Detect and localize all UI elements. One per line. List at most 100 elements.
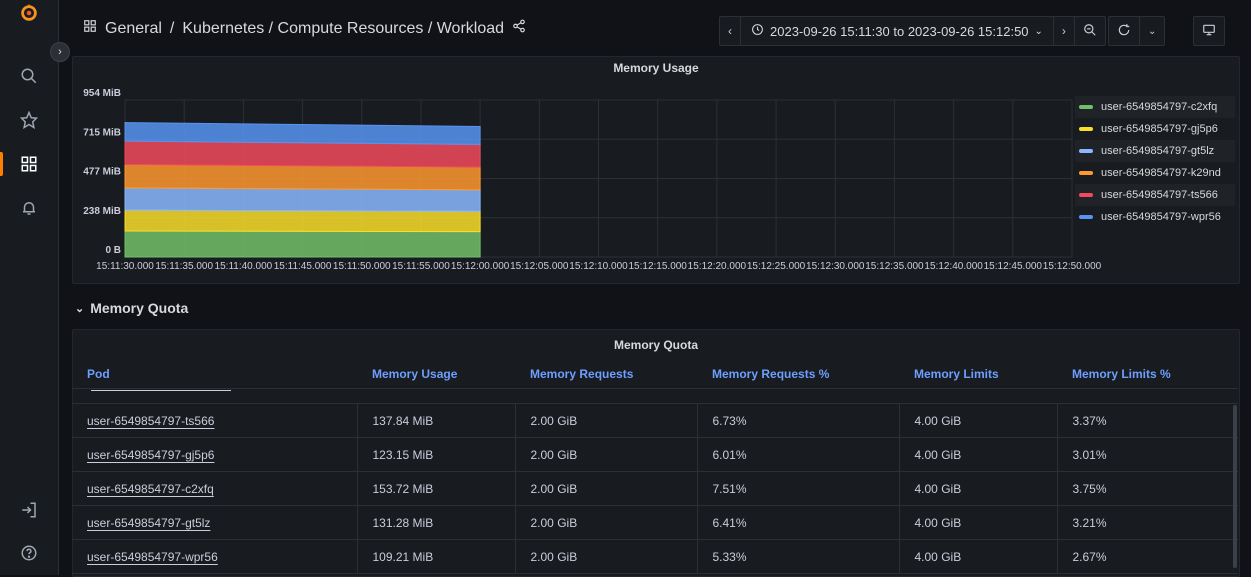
table-scrollbar[interactable] — [1233, 405, 1237, 568]
column-header[interactable]: Memory Usage — [357, 360, 515, 389]
y-tick-label: 954 MiB — [83, 88, 121, 99]
legend-swatch — [1079, 127, 1093, 131]
x-tick-label: 15:11:40.000 — [215, 261, 273, 272]
legend-label: user-6549854797-gj5p6 — [1101, 123, 1218, 135]
memory-quota-table: Pod Memory Usage Memory Requests Memory Req… — [72, 360, 1238, 574]
legend-item[interactable]: user-6549854797-ts566 — [1075, 184, 1235, 206]
x-tick-label: 15:12:00.000 — [451, 261, 510, 272]
pod-link[interactable]: user-6549854797-c2xfq — [72, 471, 358, 506]
table-cell: 4.00 GiB — [899, 471, 1058, 506]
area-series-user-6549854797-gt5lz — [124, 187, 481, 212]
y-tick-label: 0 B — [105, 245, 121, 256]
table-row: user-6549854797-gt5lz 131.28 MiB 2.00 GiB 6… — [72, 505, 1238, 540]
table-row: user-6549854797-gj5p6 123.15 MiB 2.00 GiB 6… — [72, 437, 1238, 472]
memory-quota-row-header[interactable]: ⌄ Memory Quota — [75, 300, 188, 316]
help-icon[interactable] — [17, 541, 41, 565]
legend-swatch — [1079, 105, 1093, 109]
y-tick-label: 715 MiB — [83, 127, 121, 138]
partial-table-row — [72, 388, 1238, 404]
legend-item[interactable]: user-6549854797-wpr56 — [1075, 206, 1235, 228]
table-cell: 2.00 GiB — [515, 403, 698, 438]
x-tick-label: 15:12:35.000 — [865, 261, 924, 272]
table-row: user-6549854797-ts566 137.84 MiB 2.00 GiB 6… — [72, 403, 1238, 438]
table-cell: 123.15 MiB — [357, 437, 516, 472]
legend-item[interactable]: user-6549854797-gj5p6 — [1075, 118, 1235, 140]
pod-link[interactable]: user-6549854797-wpr56 — [72, 539, 358, 574]
table-cell: 7.51% — [697, 471, 900, 506]
legend-swatch — [1079, 149, 1093, 153]
table-cell: 3.37% — [1057, 403, 1238, 438]
x-tick-label: 15:11:50.000 — [333, 261, 391, 272]
table-cell: 137.84 MiB — [357, 403, 516, 438]
x-tick-label: 15:12:15.000 — [628, 261, 687, 272]
expand-sidebar-button[interactable]: › — [50, 42, 70, 62]
legend-swatch — [1079, 215, 1093, 219]
area-series-user-6549854797-c2xfq — [124, 230, 481, 258]
table-cell: 2.00 GiB — [515, 539, 698, 574]
pod-link[interactable]: user-6549854797-gt5lz — [72, 505, 358, 540]
table-cell: 5.33% — [697, 539, 900, 574]
table-row: user-6549854797-wpr56 109.21 MiB 2.00 GiB 5… — [72, 539, 1238, 574]
legend-label: user-6549854797-gt5lz — [1101, 145, 1215, 157]
column-header[interactable]: Memory Requests % — [697, 360, 899, 389]
row-title: Memory Quota — [90, 300, 189, 316]
table-cell: 109.21 MiB — [357, 539, 516, 574]
column-header[interactable]: Memory Limits — [899, 360, 1057, 389]
x-tick-label: 15:11:45.000 — [274, 261, 332, 272]
y-tick-label: 238 MiB — [83, 206, 121, 217]
column-header[interactable]: Pod — [72, 360, 357, 389]
table-cell: 3.75% — [1057, 471, 1238, 506]
x-tick-label: 15:12:25.000 — [747, 261, 806, 272]
area-series-user-6549854797-ts566 — [124, 140, 481, 168]
table-cell: 2.67% — [1057, 539, 1238, 574]
x-tick-label: 15:12:45.000 — [984, 261, 1043, 272]
y-tick-label: 477 MiB — [83, 167, 121, 178]
legend-item[interactable]: user-6549854797-c2xfq — [1075, 96, 1235, 118]
column-header[interactable]: Memory Limits % — [1057, 360, 1238, 389]
table-cell: 4.00 GiB — [899, 505, 1058, 540]
table-cell: 3.01% — [1057, 437, 1238, 472]
table-cell: 4.00 GiB — [899, 403, 1058, 438]
table-cell: 2.00 GiB — [515, 505, 698, 540]
area-series-user-6549854797-wpr56 — [124, 122, 481, 145]
x-tick-label: 15:11:30.000 — [96, 261, 154, 272]
panel-title: Memory Quota — [613, 338, 698, 352]
table-cell: 6.73% — [697, 403, 900, 438]
memory-usage-chart[interactable]: 954 MiB 715 MiB 477 MiB 238 MiB 0 B 15:11:30.… — [0, 0, 1251, 290]
x-tick-label: 15:12:50.000 — [1043, 261, 1102, 272]
area-series-user-6549854797-k29nd — [124, 164, 481, 191]
table-row: user-6549854797-c2xfq 153.72 MiB 2.00 GiB 7… — [72, 471, 1238, 506]
table-header-row: Pod Memory Usage Memory Requests Memory Req… — [72, 360, 1238, 389]
legend-label: user-6549854797-c2xfq — [1101, 101, 1218, 113]
table-cell: 153.72 MiB — [357, 471, 516, 506]
x-tick-label: 15:12:40.000 — [924, 261, 983, 272]
legend-label: user-6549854797-ts566 — [1101, 189, 1218, 201]
table-cell: 4.00 GiB — [899, 539, 1058, 574]
legend-swatch — [1079, 171, 1093, 175]
pod-link[interactable]: user-6549854797-ts566 — [72, 403, 358, 438]
table-cell: 131.28 MiB — [357, 505, 516, 540]
table-cell: 3.21% — [1057, 505, 1238, 540]
table-cell: 4.00 GiB — [899, 437, 1058, 472]
legend-swatch — [1079, 193, 1093, 197]
area-series-user-6549854797-gj5p6 — [124, 209, 481, 233]
legend-item[interactable]: user-6549854797-k29nd — [1075, 162, 1235, 184]
legend-label: user-6549854797-k29nd — [1101, 167, 1221, 179]
x-tick-label: 15:11:35.000 — [155, 261, 213, 272]
table-cell: 6.41% — [697, 505, 900, 540]
table-cell: 2.00 GiB — [515, 471, 698, 506]
pod-link[interactable]: user-6549854797-gj5p6 — [72, 437, 358, 472]
x-tick-label: 15:12:20.000 — [688, 261, 747, 272]
legend-item[interactable]: user-6549854797-gt5lz — [1075, 140, 1235, 162]
table-cell: 6.01% — [697, 437, 900, 472]
table-body: user-6549854797-ts566 137.84 MiB 2.00 GiB 6… — [72, 388, 1238, 574]
table-cell: 2.00 GiB — [515, 437, 698, 472]
chevron-down-icon: ⌄ — [75, 302, 85, 315]
x-tick-label: 15:12:10.000 — [569, 261, 628, 272]
x-tick-label: 15:11:55.000 — [392, 261, 450, 272]
x-tick-label: 15:12:05.000 — [510, 261, 569, 272]
legend-label: user-6549854797-wpr56 — [1101, 211, 1221, 223]
x-tick-label: 15:12:30.000 — [806, 261, 865, 272]
sign-in-icon[interactable] — [17, 498, 41, 522]
column-header[interactable]: Memory Requests — [515, 360, 697, 389]
